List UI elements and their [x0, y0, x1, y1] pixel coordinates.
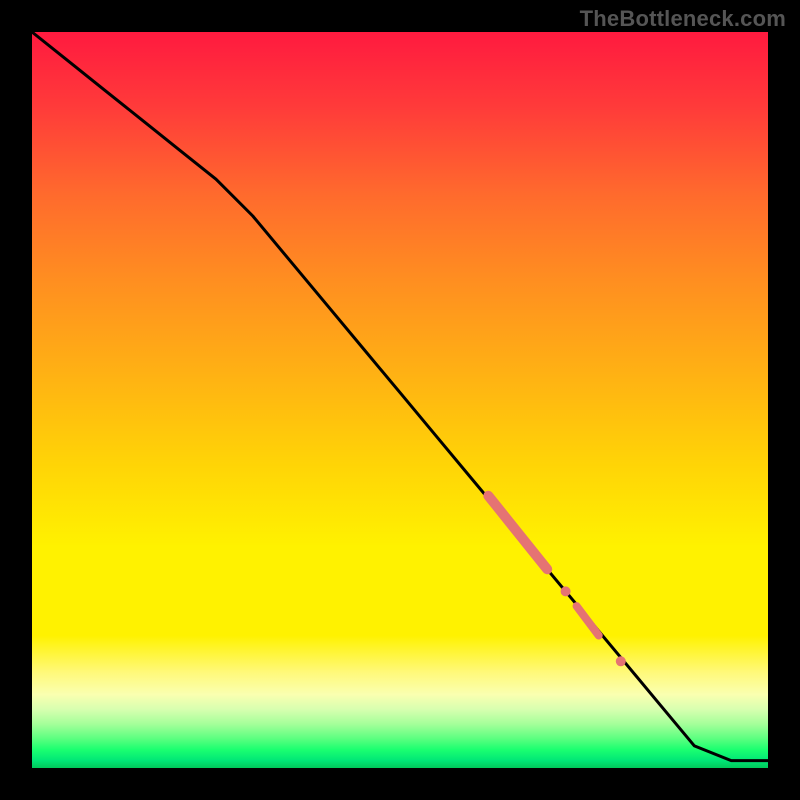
- marker-segment: [577, 606, 599, 635]
- marker-segment: [488, 496, 547, 570]
- marker-point: [616, 656, 626, 666]
- chart-stage: TheBottleneck.com: [0, 0, 800, 800]
- chart-overlay: [32, 32, 768, 768]
- curve-line: [32, 32, 768, 761]
- marker-point: [561, 586, 571, 596]
- watermark-label: TheBottleneck.com: [580, 6, 786, 32]
- main-curve-path: [32, 32, 768, 761]
